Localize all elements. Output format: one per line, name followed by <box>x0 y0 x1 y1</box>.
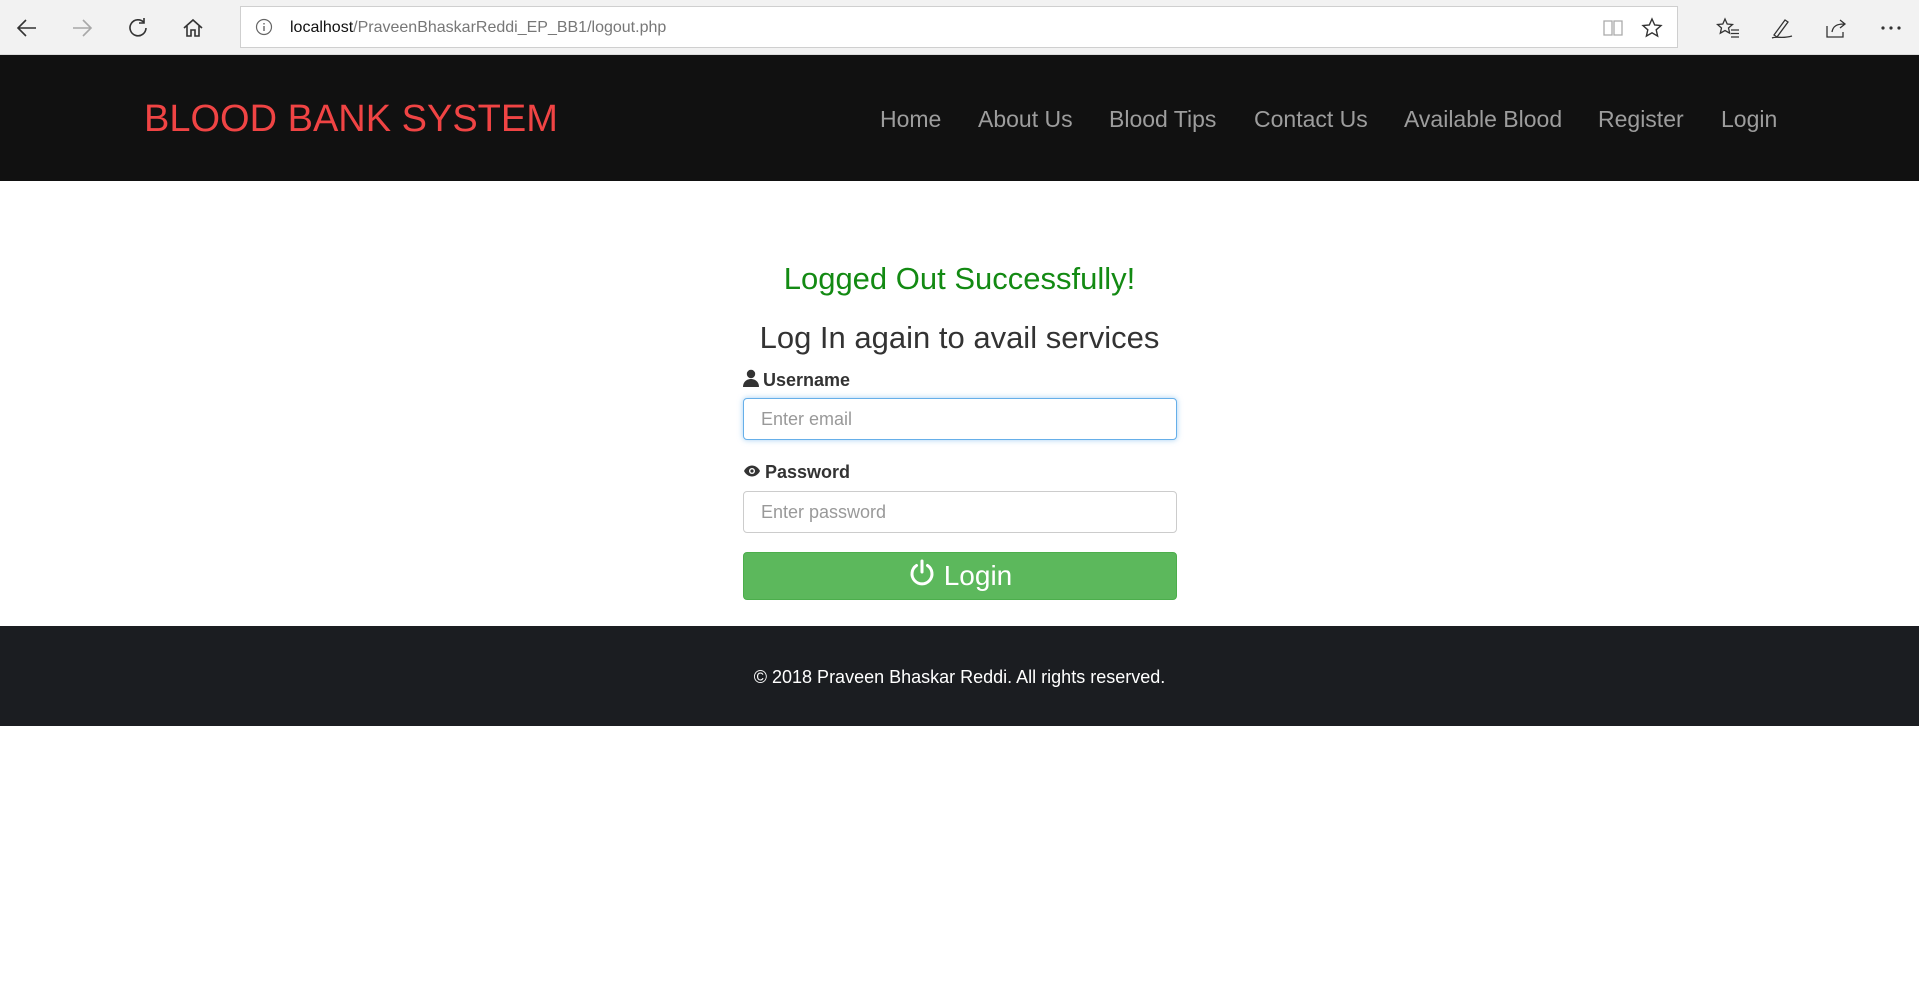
eye-icon <box>743 462 765 483</box>
nav-links: Home About Us Blood Tips Contact Us Avai… <box>0 105 1919 135</box>
login-button[interactable]: Login <box>743 552 1177 600</box>
info-icon[interactable] <box>255 18 273 36</box>
more-icon[interactable] <box>1871 8 1911 48</box>
login-heading: Log In again to avail services <box>759 320 1160 355</box>
url-path: /PraveenBhaskarReddi_EP_BB1/logout.php <box>353 19 667 36</box>
site-footer: © 2018 Praveen Bhaskar Reddi. All rights… <box>0 626 1919 726</box>
pen-icon[interactable] <box>1762 8 1802 48</box>
login-button-label: Login <box>943 560 1013 591</box>
home-icon[interactable] <box>173 8 213 48</box>
refresh-icon[interactable] <box>118 8 158 48</box>
share-icon[interactable] <box>1816 8 1856 48</box>
copyright-text: © 2018 Praveen Bhaskar Reddi. All rights… <box>753 667 1166 687</box>
url-text[interactable]: localhost/PraveenBhaskarReddi_EP_BB1/log… <box>290 18 666 38</box>
nav-about-us[interactable]: About Us <box>978 105 1073 133</box>
username-label: Username <box>743 368 850 392</box>
nav-blood-tips[interactable]: Blood Tips <box>1109 105 1216 133</box>
user-icon <box>743 369 763 392</box>
password-label: Password <box>743 460 850 484</box>
nav-contact-us[interactable]: Contact Us <box>1254 105 1368 133</box>
favorites-list-icon[interactable] <box>1708 8 1748 48</box>
logout-success-message: Logged Out Successfully! <box>783 261 1136 296</box>
back-icon[interactable] <box>7 8 47 48</box>
nav-available-blood[interactable]: Available Blood <box>1404 105 1562 133</box>
address-bar[interactable]: localhost/PraveenBhaskarReddi_EP_BB1/log… <box>240 6 1678 48</box>
favorite-star-icon[interactable] <box>1640 16 1664 40</box>
nav-home[interactable]: Home <box>880 105 941 133</box>
nav-register[interactable]: Register <box>1598 105 1684 133</box>
username-label-text: Username <box>763 369 851 390</box>
reading-view-icon[interactable] <box>1601 16 1625 40</box>
username-input[interactable] <box>743 398 1177 440</box>
password-input[interactable] <box>743 491 1177 533</box>
url-host: localhost <box>290 19 354 36</box>
browser-toolbar: localhost/PraveenBhaskarReddi_EP_BB1/log… <box>0 0 1919 55</box>
nav-login[interactable]: Login <box>1721 105 1777 133</box>
site-navbar: BLOOD BANK SYSTEM Home About Us Blood Ti… <box>0 55 1919 181</box>
power-icon <box>908 559 944 594</box>
forward-icon[interactable] <box>62 8 102 48</box>
password-label-text: Password <box>765 461 851 482</box>
